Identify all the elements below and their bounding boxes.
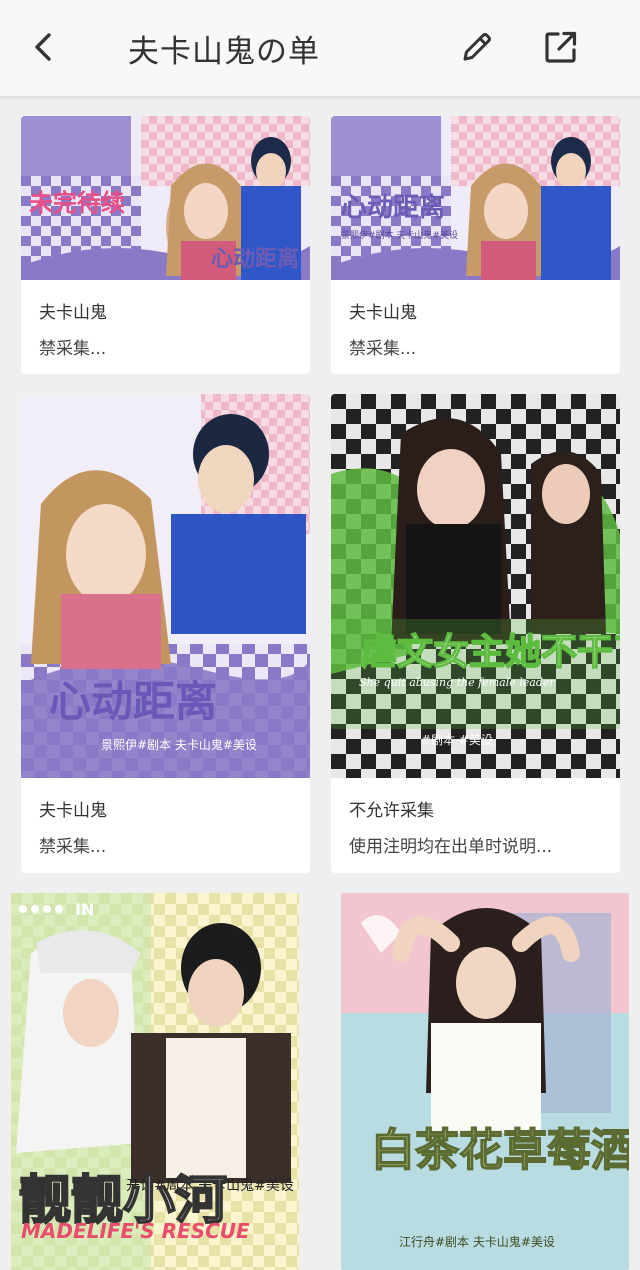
chevron-left-icon (35, 33, 51, 61)
poster-title: 虐文女主她不干了 (361, 631, 620, 673)
card-author: 不允许采集 (349, 801, 434, 821)
poster-subtitle: MADELIFE'S RESCUE (21, 1219, 250, 1243)
card-note: 禁采集... (39, 339, 107, 359)
poster-title: 白茶花草莓酒 (371, 1125, 629, 1176)
card-note: 禁采集... (39, 837, 107, 857)
poster-image: IN 开设#周本 夫卡山鬼#美设 靓靓小河 MADELIFE'S RESCUE (11, 893, 299, 1270)
poster-image: 心动距离 景熙伊#剧本 夫卡山鬼#美设 (21, 394, 310, 778)
poster-subtitle: 心动距离 (211, 246, 299, 272)
poster-subtitle: 景熙伊#剧本 夫卡山鬼#美设 (101, 737, 257, 752)
card-author: 夫卡山鬼 (39, 303, 107, 323)
collection-card[interactable]: 虐文女主她不干了 She quit abusing the female lea… (331, 394, 620, 873)
collection-card[interactable]: 未完待续 心动距离 夫卡山鬼 禁采集... (21, 116, 310, 374)
back-button[interactable] (26, 28, 60, 66)
collection-card[interactable]: 白茶花草莓酒 江行舟#剧本 夫卡山鬼#美设 (341, 893, 629, 1270)
poster-subtitle: 景熙伊#剧本 夫卡山鬼#美设 (341, 229, 458, 241)
collection-card[interactable]: 心动距离 景熙伊#剧本 夫卡山鬼#美设 夫卡山鬼 禁采集... (21, 394, 310, 873)
pencil-icon (463, 33, 491, 61)
poster-image: 白茶花草莓酒 江行舟#剧本 夫卡山鬼#美设 (341, 893, 629, 1270)
share-external-icon (545, 31, 577, 63)
collection-card[interactable]: 心动距离 景熙伊#剧本 夫卡山鬼#美设 夫卡山鬼 禁采集... (331, 116, 620, 374)
poster-image: 心动距离 景熙伊#剧本 夫卡山鬼#美设 (331, 116, 620, 280)
edit-button[interactable] (458, 28, 496, 66)
card-author: 夫卡山鬼 (39, 801, 107, 821)
poster-credit: #剧本 #美设 (421, 733, 493, 747)
poster-title: 心动距离 (49, 677, 217, 726)
top-app-bar: 夫卡山鬼の单 (0, 0, 640, 96)
collection-card[interactable]: IN 开设#周本 夫卡山鬼#美设 靓靓小河 MADELIFE'S RESCUE (11, 893, 299, 1270)
poster-title: 心动距离 (341, 192, 445, 223)
poster-subtitle: 江行舟#剧本 夫卡山鬼#美设 (399, 1234, 555, 1249)
share-button[interactable] (542, 28, 580, 66)
poster-image: 未完待续 心动距离 (21, 116, 310, 280)
card-note: 使用注明均在出单时说明... (349, 837, 553, 857)
poster-subtitle: She quit abusing the female leader (359, 676, 555, 689)
svg-text:IN: IN (75, 900, 94, 919)
poster-image: 虐文女主她不干了 She quit abusing the female lea… (331, 394, 620, 778)
card-author: 夫卡山鬼 (349, 303, 417, 323)
card-note: 禁采集... (349, 339, 417, 359)
poster-title: 未完待续 (29, 188, 125, 217)
page-title: 夫卡山鬼の单 (128, 34, 320, 70)
